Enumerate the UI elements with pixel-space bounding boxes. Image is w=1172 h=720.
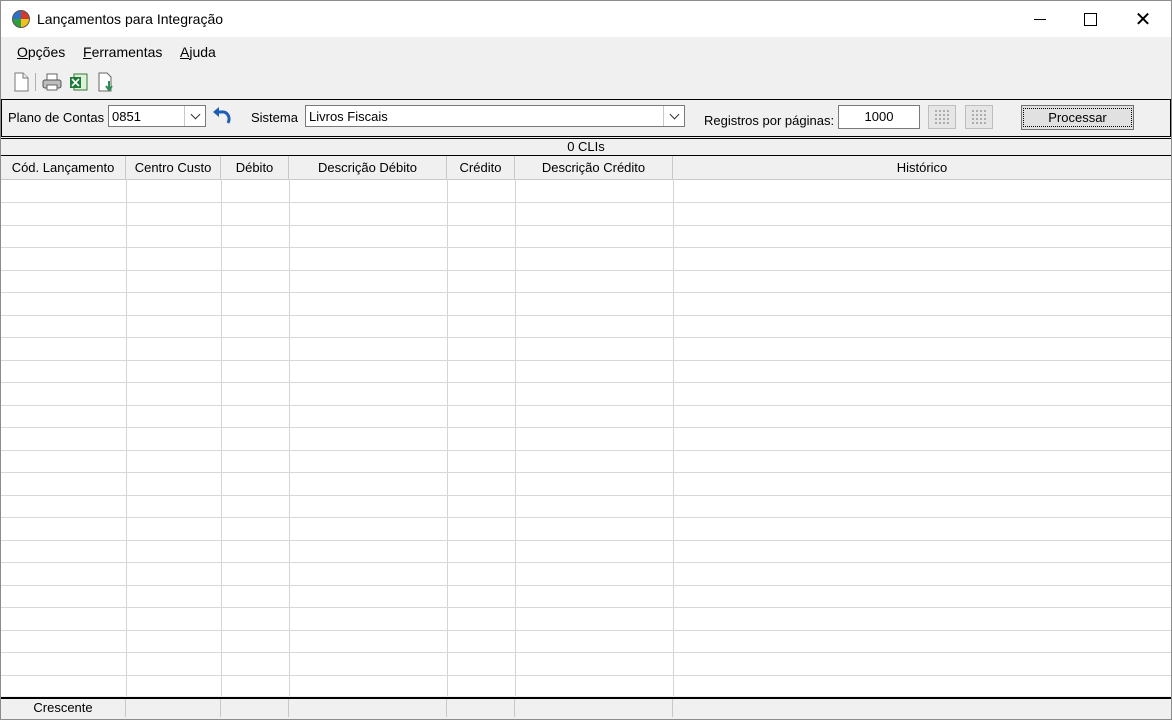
- grid-column-divider: [289, 179, 290, 696]
- grid-row-divider: [1, 585, 1171, 586]
- column-header-descricao-credito[interactable]: Descrição Crédito: [515, 156, 673, 179]
- menu-bar: Opções Ferramentas Ajuda: [1, 37, 1171, 66]
- maximize-button[interactable]: [1065, 1, 1115, 37]
- grid-row-divider: [1, 360, 1171, 361]
- grid-row-divider: [1, 472, 1171, 473]
- footer-cell: [673, 699, 1171, 717]
- footer-cell: [447, 699, 515, 717]
- filter-bar: Plano de Contas 0851 Sistema Livros Fisc…: [1, 99, 1171, 137]
- footer-cell: [289, 699, 447, 717]
- chevron-down-icon[interactable]: [184, 106, 205, 126]
- sistema-label: Sistema: [251, 110, 298, 125]
- registros-input[interactable]: 1000: [838, 105, 920, 129]
- plano-contas-select[interactable]: 0851: [108, 105, 206, 127]
- grid-row-divider: [1, 315, 1171, 316]
- column-header-historico[interactable]: Histórico: [673, 156, 1171, 179]
- minimize-icon: [1034, 18, 1046, 20]
- grid-column-divider: [126, 179, 127, 696]
- data-grid[interactable]: Cód. Lançamento Centro Custo Débito Desc…: [1, 156, 1171, 696]
- prev-page-button[interactable]: [928, 105, 956, 129]
- minimize-button[interactable]: [1015, 1, 1065, 37]
- column-header-centro-custo[interactable]: Centro Custo: [126, 156, 221, 179]
- toolbar-separator: [35, 73, 36, 91]
- new-document-button[interactable]: [10, 71, 32, 93]
- grid-caption: 0 CLIs: [1, 138, 1171, 156]
- footer-cell: [515, 699, 673, 717]
- grid-row-divider: [1, 517, 1171, 518]
- close-button[interactable]: ✕: [1118, 1, 1168, 37]
- grid-column-divider: [515, 179, 516, 696]
- column-header-credito[interactable]: Crédito: [447, 156, 515, 179]
- next-page-button[interactable]: [965, 105, 993, 129]
- grid-row-divider: [1, 382, 1171, 383]
- import-button[interactable]: [95, 71, 117, 93]
- grid-row-divider: [1, 247, 1171, 248]
- undo-arrow-icon: [213, 107, 231, 124]
- processar-button[interactable]: Processar: [1021, 105, 1134, 130]
- grid-row-divider: [1, 202, 1171, 203]
- grid-column-divider: [447, 179, 448, 696]
- footer-cell: [221, 699, 289, 717]
- grid-row-divider: [1, 630, 1171, 631]
- maximize-icon: [1083, 12, 1097, 26]
- grid-row-divider: [1, 562, 1171, 563]
- grid-row-divider: [1, 225, 1171, 226]
- grid-row-divider: [1, 405, 1171, 406]
- column-header-descricao-debito[interactable]: Descrição Débito: [289, 156, 447, 179]
- footer-cell: [126, 699, 221, 717]
- grid-column-divider: [221, 179, 222, 696]
- window-title: Lançamentos para Integração: [37, 11, 224, 27]
- menu-ferramentas[interactable]: Ferramentas: [83, 44, 162, 60]
- grid-column-divider: [673, 179, 674, 696]
- menu-opcoes[interactable]: Opções: [17, 44, 65, 60]
- grid-row-divider: [1, 540, 1171, 541]
- grid-row-divider: [1, 292, 1171, 293]
- refresh-button[interactable]: [210, 106, 234, 128]
- grid-footer: Crescente: [1, 697, 1171, 719]
- grid-row-divider: [1, 450, 1171, 451]
- grid-row-divider: [1, 427, 1171, 428]
- app-logo-icon: [12, 10, 30, 28]
- chevron-down-icon[interactable]: [663, 106, 684, 126]
- grid-row-divider: [1, 675, 1171, 676]
- grid-row-divider: [1, 495, 1171, 496]
- sistema-select[interactable]: Livros Fiscais: [305, 105, 685, 127]
- grid-icon: [934, 109, 950, 125]
- grid-row-divider: [1, 607, 1171, 608]
- menu-ajuda[interactable]: Ajuda: [180, 44, 216, 60]
- registros-label: Registros por páginas:: [704, 113, 835, 128]
- close-icon: ✕: [1134, 7, 1152, 31]
- grid-header: Cód. Lançamento Centro Custo Débito Desc…: [1, 156, 1171, 180]
- sort-order-cell: Crescente: [1, 699, 126, 717]
- print-button[interactable]: [41, 71, 63, 93]
- grid-icon: [971, 109, 987, 125]
- print-icon: [42, 73, 62, 91]
- column-header-cod-lancamento[interactable]: Cód. Lançamento: [1, 156, 126, 179]
- grid-row-divider: [1, 652, 1171, 653]
- column-header-debito[interactable]: Débito: [221, 156, 289, 179]
- title-bar: Lançamentos para Integração ✕: [1, 1, 1171, 37]
- toolbar: [1, 67, 1171, 97]
- import-icon: [98, 72, 113, 92]
- plano-contas-label: Plano de Contas: [8, 110, 105, 125]
- main-window: Lançamentos para Integração ✕ Opções Fer…: [0, 0, 1172, 720]
- new-document-icon: [14, 72, 29, 92]
- grid-row-divider: [1, 337, 1171, 338]
- grid-row-divider: [1, 270, 1171, 271]
- excel-export-icon: [70, 73, 88, 91]
- excel-export-button[interactable]: [68, 71, 90, 93]
